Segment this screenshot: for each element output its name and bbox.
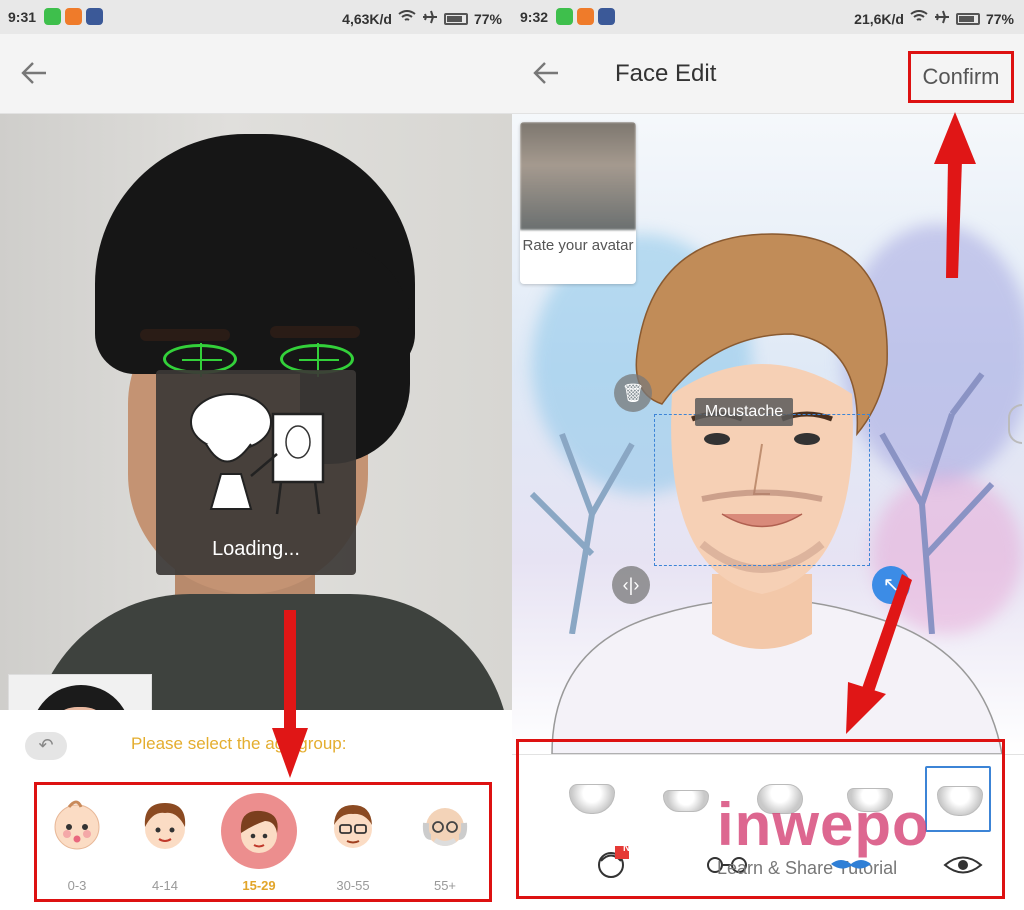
- back-arrow-icon[interactable]: [532, 59, 564, 91]
- age-label: 15-29: [242, 878, 276, 893]
- beard-option-2[interactable]: [653, 766, 719, 832]
- trash-icon[interactable]: 🗑: [614, 374, 652, 412]
- flip-icon[interactable]: ‹|›: [612, 566, 650, 604]
- adult-glasses-avatar-icon: [334, 805, 372, 848]
- wifi-icon: [910, 10, 928, 27]
- app-bar: Face Edit Confirm: [512, 34, 1024, 114]
- battery-icon: [955, 12, 980, 25]
- status-right: 21,6K/d 77%: [854, 9, 1014, 28]
- status-time: 9:31: [8, 9, 37, 25]
- confirm-button[interactable]: Confirm: [908, 51, 1014, 103]
- status-bar: 9:32 21,6K/d 77%: [512, 0, 1024, 34]
- facebook-icon: [86, 8, 103, 25]
- undo-button[interactable]: ↶: [25, 732, 67, 760]
- rate-avatar-card[interactable]: Rate your avatar: [520, 122, 636, 284]
- resize-handle-icon[interactable]: ↖: [872, 566, 910, 604]
- app-notification-icon: [577, 8, 594, 25]
- age-prompt: Please select the age group:: [131, 734, 347, 753]
- age-option-4-14[interactable]: 4-14: [125, 797, 205, 897]
- notification-icons: [44, 8, 103, 25]
- sample-photo: [8, 674, 152, 710]
- age-option-55-plus[interactable]: 55+: [405, 797, 485, 897]
- airplane-icon: [934, 9, 950, 28]
- painter-illustration-icon: [190, 393, 325, 515]
- age-group-list: 0-3 4-14 15-29 30-55 55+: [34, 782, 492, 902]
- beard-selector-tray: N Learn & Share Tutorial inwepo: [512, 739, 1024, 910]
- new-badge: N: [623, 843, 631, 854]
- avatar-canvas: Rate your avatar 🗑 ‹|› Moustache ↖: [512, 114, 1024, 754]
- back-arrow-icon[interactable]: [20, 59, 52, 91]
- page-title: Face Edit: [615, 60, 717, 87]
- moustache-tooltip: Moustache: [695, 398, 793, 426]
- status-bar: 9:31 4,63K/d 77%: [0, 0, 512, 34]
- whatsapp-icon: [556, 8, 573, 25]
- network-speed: 21,6K/d: [854, 10, 904, 27]
- rate-avatar-label: Rate your avatar: [522, 237, 634, 254]
- battery-icon: [443, 12, 468, 25]
- battery-percent: 77%: [473, 10, 502, 27]
- battery-percent: 77%: [985, 10, 1014, 27]
- moustache-icon[interactable]: [829, 858, 873, 872]
- eye-icon[interactable]: [943, 850, 983, 880]
- watermark-text: inwepo: [717, 791, 930, 858]
- age-selector-panel: ↶ Please select the age group: 0-3 4-14 …: [0, 710, 512, 910]
- app-notification-icon: [65, 8, 82, 25]
- child-avatar-icon: [144, 803, 186, 849]
- age-label: 0-3: [67, 878, 87, 893]
- age-label: 4-14: [151, 878, 179, 893]
- moustache-selection-box[interactable]: [654, 414, 870, 566]
- app-bar: [0, 34, 512, 114]
- age-option-15-29[interactable]: 15-29: [219, 793, 299, 897]
- elder-avatar-icon: [422, 808, 468, 846]
- age-option-0-3[interactable]: 0-3: [37, 797, 117, 897]
- beard-option-list: N Learn & Share Tutorial inwepo: [516, 739, 1005, 899]
- beard-icon: [937, 786, 983, 816]
- beard-option-5-selected[interactable]: [925, 766, 991, 832]
- beard-icon: [663, 790, 709, 812]
- loading-label: Loading...: [212, 538, 300, 560]
- age-label: 30-55: [336, 878, 370, 893]
- age-label: 55+: [433, 878, 457, 893]
- avatar-thumbnail: [520, 122, 636, 230]
- airplane-icon: [422, 9, 438, 28]
- notification-icons: [556, 8, 615, 25]
- status-right: 4,63K/d 77%: [342, 9, 502, 28]
- beard-option-1[interactable]: [559, 766, 625, 832]
- status-time: 9:32: [520, 9, 549, 25]
- beard-icon: [569, 784, 615, 814]
- face-edit-screen: 9:32 21,6K/d 77% Face Edit Confirm Rate …: [512, 0, 1024, 910]
- facebook-icon: [598, 8, 615, 25]
- age-option-30-55[interactable]: 30-55: [313, 797, 393, 897]
- whatsapp-icon: [44, 8, 61, 25]
- loading-dialog: Loading...: [156, 370, 356, 575]
- wifi-icon: [398, 10, 416, 27]
- young-adult-avatar-icon: [240, 810, 278, 853]
- network-speed: 4,63K/d: [342, 10, 392, 27]
- age-select-screen: 9:31 4,63K/d 77% Loading... ↶ Please sel…: [0, 0, 512, 910]
- baby-avatar-icon: [54, 800, 100, 850]
- side-handle[interactable]: [1008, 404, 1022, 444]
